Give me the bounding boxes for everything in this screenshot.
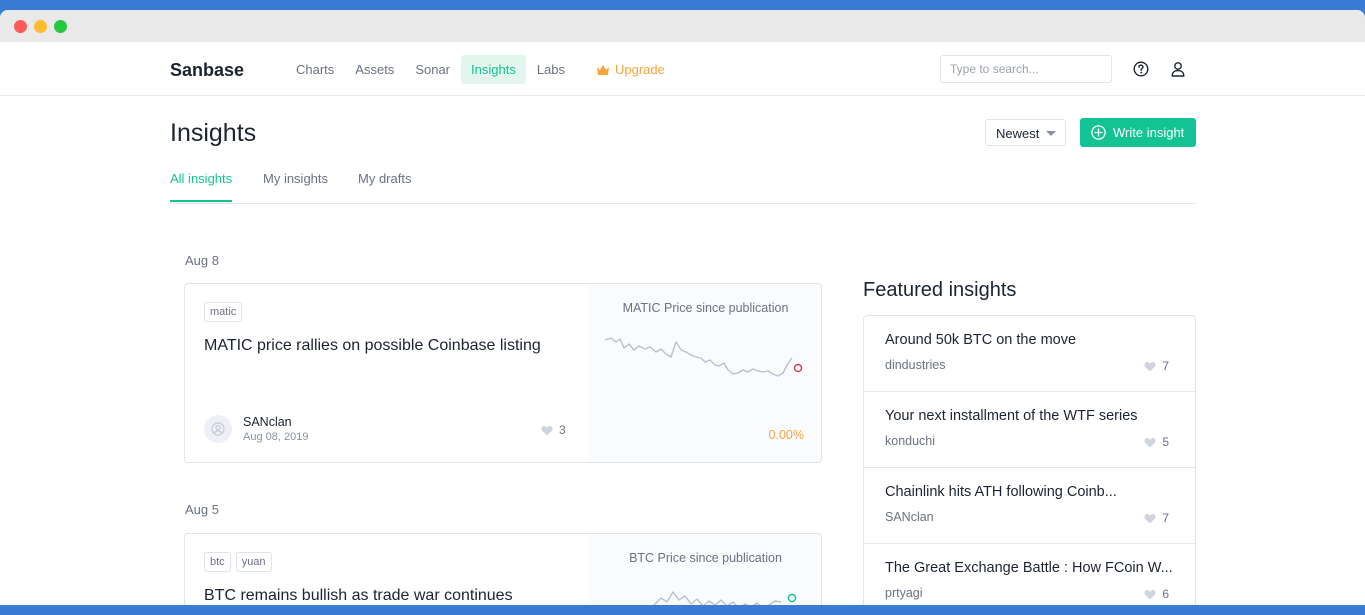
featured-item-author[interactable]: konduchi	[885, 434, 935, 448]
like-count: 7	[1162, 359, 1169, 373]
close-window-button[interactable]	[14, 20, 27, 33]
price-sparkline	[604, 337, 803, 377]
top-navbar: Sanbase Charts Assets Sonar Insights Lab…	[0, 42, 1365, 96]
like-button[interactable]: 7	[1144, 359, 1169, 373]
page-title: Insights	[170, 119, 257, 147]
like-count: 6	[1162, 587, 1169, 601]
insight-card-body: matic MATIC price rallies on possible Co…	[185, 284, 588, 462]
heart-icon	[1144, 437, 1156, 447]
like-count: 5	[1162, 435, 1169, 449]
main-nav: Charts Assets Sonar Insights Labs	[286, 55, 576, 84]
price-chart-panel: BTC Price since publication	[588, 534, 821, 615]
upgrade-label: Upgrade	[615, 62, 665, 77]
date-group-label: Aug 5	[185, 502, 219, 517]
user-avatar-icon	[211, 422, 225, 436]
minimize-window-button[interactable]	[34, 20, 47, 33]
heart-icon	[1144, 589, 1156, 599]
author-name[interactable]: SANclan	[243, 415, 292, 429]
insight-card[interactable]: matic MATIC price rallies on possible Co…	[184, 283, 822, 463]
nav-insights[interactable]: Insights	[461, 55, 526, 84]
maximize-window-button[interactable]	[54, 20, 67, 33]
tab-my-insights[interactable]: My insights	[263, 171, 328, 200]
sort-dropdown[interactable]: Newest	[985, 119, 1066, 146]
heart-icon	[541, 425, 553, 435]
featured-insights-title: Featured insights	[863, 279, 1017, 301]
featured-item[interactable]: Your next installment of the WTF series …	[864, 392, 1195, 468]
heart-icon	[1144, 361, 1156, 371]
publication-date: Aug 08, 2019	[243, 431, 309, 443]
tag-list: matic	[204, 302, 243, 322]
write-insight-label: Write insight	[1113, 125, 1185, 140]
featured-item-author[interactable]: prtyagi	[885, 586, 923, 600]
like-button[interactable]: 6	[1144, 587, 1169, 601]
crown-icon	[597, 64, 609, 75]
user-account-icon[interactable]	[1170, 61, 1186, 77]
chart-title: MATIC Price since publication	[622, 301, 789, 315]
plus-circle-icon	[1091, 125, 1106, 140]
tag[interactable]: matic	[204, 302, 243, 322]
date-group-label: Aug 8	[185, 253, 219, 268]
desktop-background	[0, 605, 1365, 615]
upgrade-link[interactable]: Upgrade	[597, 62, 665, 77]
like-count: 3	[559, 423, 566, 437]
featured-item-author[interactable]: SANclan	[885, 510, 934, 524]
price-change: 0.00%	[768, 428, 804, 442]
tag-list: btc yuan	[204, 552, 272, 572]
featured-item[interactable]: Around 50k BTC on the move dindustries 7	[864, 316, 1195, 392]
like-button[interactable]: 5	[1144, 435, 1169, 449]
sort-value: Newest	[996, 126, 1040, 141]
featured-insights-list: Around 50k BTC on the move dindustries 7…	[863, 315, 1196, 615]
featured-item[interactable]: Chainlink hits ATH following Coinb... SA…	[864, 468, 1195, 544]
nav-sonar[interactable]: Sonar	[405, 55, 460, 84]
featured-item-author[interactable]: dindustries	[885, 358, 945, 372]
tab-my-drafts[interactable]: My drafts	[358, 171, 411, 200]
insights-tabs: All insights My insights My drafts	[170, 168, 1196, 204]
tag[interactable]: btc	[204, 552, 231, 572]
nav-labs[interactable]: Labs	[527, 55, 575, 84]
insight-title[interactable]: BTC remains bullish as trade war continu…	[204, 587, 513, 605]
price-chart-panel: MATIC Price since publication 0.00%	[588, 284, 821, 462]
like-button[interactable]: 7	[1144, 511, 1169, 525]
title-bar	[0, 10, 1365, 42]
insight-title[interactable]: MATIC price rallies on possible Coinbase…	[204, 337, 541, 355]
like-button[interactable]: 3	[541, 423, 566, 437]
heart-icon	[1144, 513, 1156, 523]
chart-title: BTC Price since publication	[629, 551, 782, 565]
avatar[interactable]	[204, 415, 232, 443]
featured-item-title[interactable]: Chainlink hits ATH following Coinb...	[885, 484, 1117, 500]
featured-item-title[interactable]: The Great Exchange Battle : How FCoin W.…	[885, 560, 1173, 576]
insight-card[interactable]: btc yuan BTC remains bullish as trade wa…	[184, 533, 822, 615]
caret-down-icon	[1046, 131, 1056, 136]
tab-all-insights[interactable]: All insights	[170, 171, 233, 202]
tag[interactable]: yuan	[235, 552, 272, 572]
sanbase-logo[interactable]: Sanbase	[170, 60, 244, 81]
featured-item-title[interactable]: Your next installment of the WTF series	[885, 408, 1138, 424]
featured-item-title[interactable]: Around 50k BTC on the move	[885, 332, 1076, 348]
write-insight-button[interactable]: Write insight	[1080, 118, 1196, 147]
like-count: 7	[1162, 511, 1169, 525]
insight-card-body: btc yuan BTC remains bullish as trade wa…	[185, 534, 588, 615]
nav-charts[interactable]: Charts	[286, 55, 344, 84]
nav-assets[interactable]: Assets	[345, 55, 404, 84]
search-input[interactable]	[940, 55, 1112, 83]
help-icon[interactable]	[1133, 61, 1149, 77]
